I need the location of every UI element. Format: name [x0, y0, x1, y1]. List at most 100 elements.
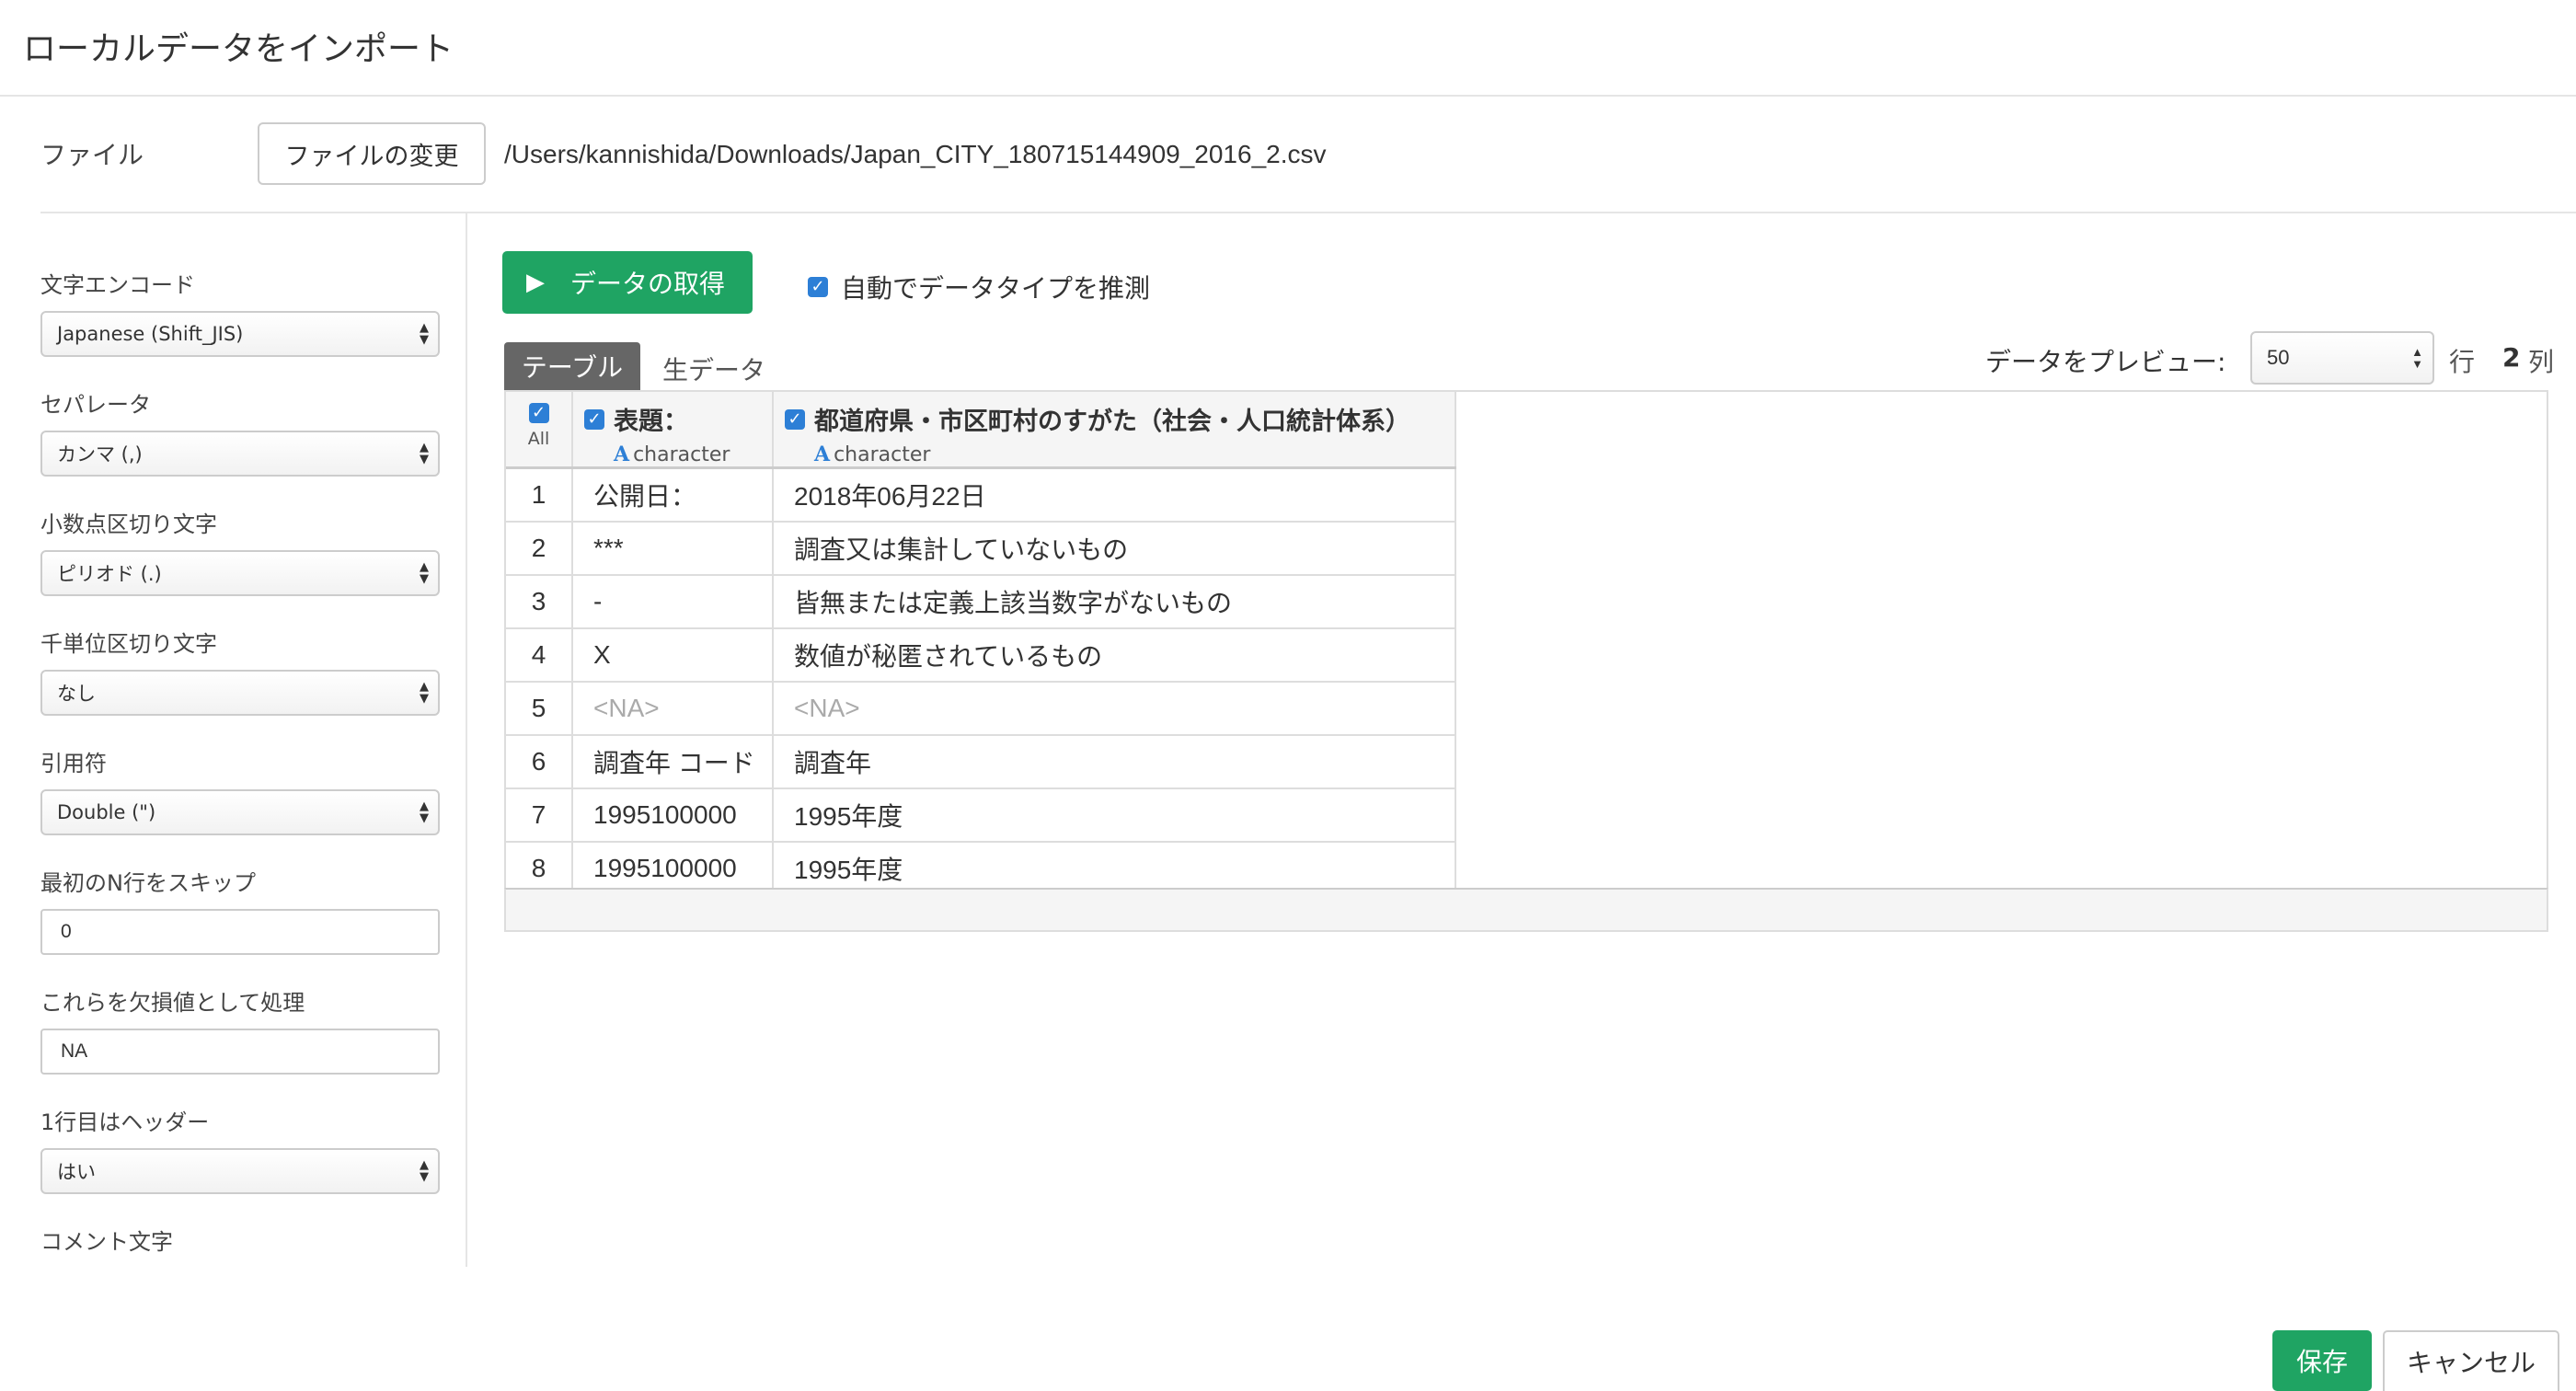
row-number: 4 — [506, 627, 573, 683]
cell-column-1: - — [572, 574, 774, 629]
column-1-checkbox[interactable]: ✓ — [584, 408, 604, 430]
table-row: 1 公開日： 2018年06月22日 — [506, 467, 1456, 523]
cell-column-2: <NA> — [773, 681, 1456, 736]
select-all-checkbox[interactable]: ✓ — [528, 403, 549, 423]
column-header-1[interactable]: ✓ 表題： A character — [572, 392, 774, 469]
import-options-sidebar: 文字エンコード Japanese (Shift_JIS) ▲ ▼ セパレータ カン… — [0, 213, 467, 1267]
play-icon: ▶ — [526, 269, 545, 296]
select-all-label: All — [527, 429, 550, 449]
column-1-name: 表題： — [614, 408, 688, 436]
select-arrows-icon: ▲ ▼ — [2411, 345, 2423, 371]
column-2-name: 都道府県・市区町村のすがた（社会・人口統計体系） — [814, 408, 1410, 436]
separator-value: カンマ (,) — [57, 443, 143, 466]
tab-raw-data[interactable]: 生データ — [662, 351, 765, 387]
row-number: 6 — [506, 734, 573, 789]
cell-column-1: 1995100000 — [572, 787, 774, 843]
row-number: 7 — [506, 787, 573, 843]
table-row: 8 1995100000 1995年度 — [506, 841, 1456, 891]
file-path: /Users/kannishida/Downloads/Japan_CITY_1… — [504, 140, 1327, 168]
cell-column-2: 調査又は集計していないもの — [773, 521, 1456, 576]
data-table: ✓ All ✓ 表題： A character ✓ 都道府県・市区町村のすがた（… — [506, 392, 1456, 891]
row-number: 2 — [506, 521, 573, 576]
preview-rows-label: データをプレビュー: — [1985, 347, 2226, 377]
cell-column-1: 公開日： — [572, 467, 774, 523]
preview-panel: ▶ データの取得 ✓ 自動でデータタイプを推測 テーブル 生データ データをプレ… — [469, 213, 2576, 1267]
comment-label: コメント文字 — [40, 1229, 173, 1255]
cell-column-1: *** — [572, 521, 774, 576]
encoding-value: Japanese (Shift_JIS) — [57, 323, 244, 345]
preview-rows-value: 50 — [2267, 346, 2290, 369]
cell-column-1: 調査年 コード — [572, 734, 774, 789]
select-arrows-icon: ▲ ▼ — [420, 441, 429, 466]
decimal-label: 小数点区切り文字 — [40, 512, 217, 537]
cell-column-1: <NA> — [572, 681, 774, 736]
cell-column-1: 1995100000 — [572, 841, 774, 891]
column-2-type: character — [834, 443, 931, 466]
character-type-icon[interactable]: A — [614, 443, 629, 466]
cell-column-2: 皆無または定義上該当数字がないもの — [773, 574, 1456, 629]
fetch-data-label: データの取得 — [570, 269, 726, 299]
fetch-data-button[interactable]: ▶ データの取得 — [502, 251, 753, 314]
skip-rows-label: 最初のN行をスキップ — [40, 870, 256, 896]
row-number: 5 — [506, 681, 573, 736]
thousands-select[interactable]: なし ▲ ▼ — [40, 670, 440, 716]
table-row: 2 *** 調査又は集計していないもの — [506, 521, 1456, 576]
thousands-label: 千単位区切り文字 — [40, 631, 217, 657]
column-header-2[interactable]: ✓ 都道府県・市区町村のすがた（社会・人口統計体系） A character — [773, 392, 1456, 469]
row-number: 3 — [506, 574, 573, 629]
separator-select[interactable]: カンマ (,) ▲ ▼ — [40, 431, 440, 477]
encoding-label: 文字エンコード — [40, 272, 195, 298]
select-arrows-icon: ▲ ▼ — [420, 799, 429, 825]
quote-value: Double (") — [57, 801, 156, 823]
na-values-label: これらを欠損値として処理 — [40, 990, 305, 1016]
cell-column-2: 数値が秘匿されているもの — [773, 627, 1456, 683]
row-number: 1 — [506, 467, 573, 523]
skip-rows-input[interactable]: 0 — [40, 909, 440, 955]
auto-detect-option[interactable]: ✓ 自動でデータタイプを推測 — [808, 269, 1150, 305]
column-1-type: character — [633, 443, 730, 466]
cell-column-1: X — [572, 627, 774, 683]
decimal-value: ピリオド (.) — [57, 563, 162, 585]
tab-table[interactable]: テーブル — [504, 342, 640, 390]
dialog-header: ローカルデータをインポート — [0, 0, 2576, 97]
na-values-input[interactable]: NA — [40, 1029, 440, 1075]
header-label: 1行目はヘッダー — [40, 1109, 210, 1135]
file-row: ファイル ファイルの変更 /Users/kannishida/Downloads… — [0, 97, 2576, 212]
select-arrows-icon: ▲ ▼ — [420, 560, 429, 586]
select-arrows-icon: ▲ ▼ — [420, 1158, 429, 1184]
change-file-button[interactable]: ファイルの変更 — [258, 122, 486, 185]
cell-column-2: 1995年度 — [773, 841, 1456, 891]
header-select[interactable]: はい ▲ ▼ — [40, 1148, 440, 1194]
save-button[interactable]: 保存 — [2272, 1330, 2372, 1391]
character-type-icon[interactable]: A — [814, 443, 830, 466]
columns-count: 2 — [2502, 342, 2521, 373]
header-value: はい — [57, 1161, 96, 1183]
separator-label: セパレータ — [40, 392, 151, 418]
encoding-select[interactable]: Japanese (Shift_JIS) ▲ ▼ — [40, 311, 440, 357]
cell-column-2: 調査年 — [773, 734, 1456, 789]
decimal-select[interactable]: ピリオド (.) ▲ ▼ — [40, 550, 440, 596]
table-row: 6 調査年 コード 調査年 — [506, 734, 1456, 789]
quote-select[interactable]: Double (") ▲ ▼ — [40, 789, 440, 835]
auto-detect-label: 自動でデータタイプを推測 — [841, 273, 1151, 304]
auto-detect-checkbox[interactable]: ✓ — [808, 277, 828, 297]
select-arrows-icon: ▲ ▼ — [420, 321, 429, 347]
dialog-title: ローカルデータをインポート — [23, 30, 454, 68]
columns-unit: 列 — [2528, 347, 2555, 377]
grid-scroll-area[interactable] — [504, 888, 2548, 932]
column-2-checkbox[interactable]: ✓ — [785, 408, 805, 430]
table-row: 3- 皆無または定義上該当数字がないもの — [506, 574, 1456, 629]
table-row: 4 X 数値が秘匿されているもの — [506, 627, 1456, 683]
select-all-header: ✓ All — [506, 392, 573, 469]
select-arrows-icon: ▲ ▼ — [420, 680, 429, 706]
table-row: 5 <NA> <NA> — [506, 681, 1456, 736]
thousands-value: なし — [57, 683, 96, 705]
cancel-button[interactable]: キャンセル — [2383, 1330, 2559, 1391]
cell-column-2: 2018年06月22日 — [773, 467, 1456, 523]
table-row: 7 1995100000 1995年度 — [506, 787, 1456, 843]
quote-label: 引用符 — [40, 751, 107, 776]
row-number: 8 — [506, 841, 573, 891]
preview-rows-select[interactable]: 50 ▲ ▼ — [2250, 331, 2434, 385]
data-grid: ✓ All ✓ 表題： A character ✓ 都道府県・市区町村のすがた（… — [504, 390, 2548, 892]
rows-unit: 行 — [2449, 347, 2476, 377]
